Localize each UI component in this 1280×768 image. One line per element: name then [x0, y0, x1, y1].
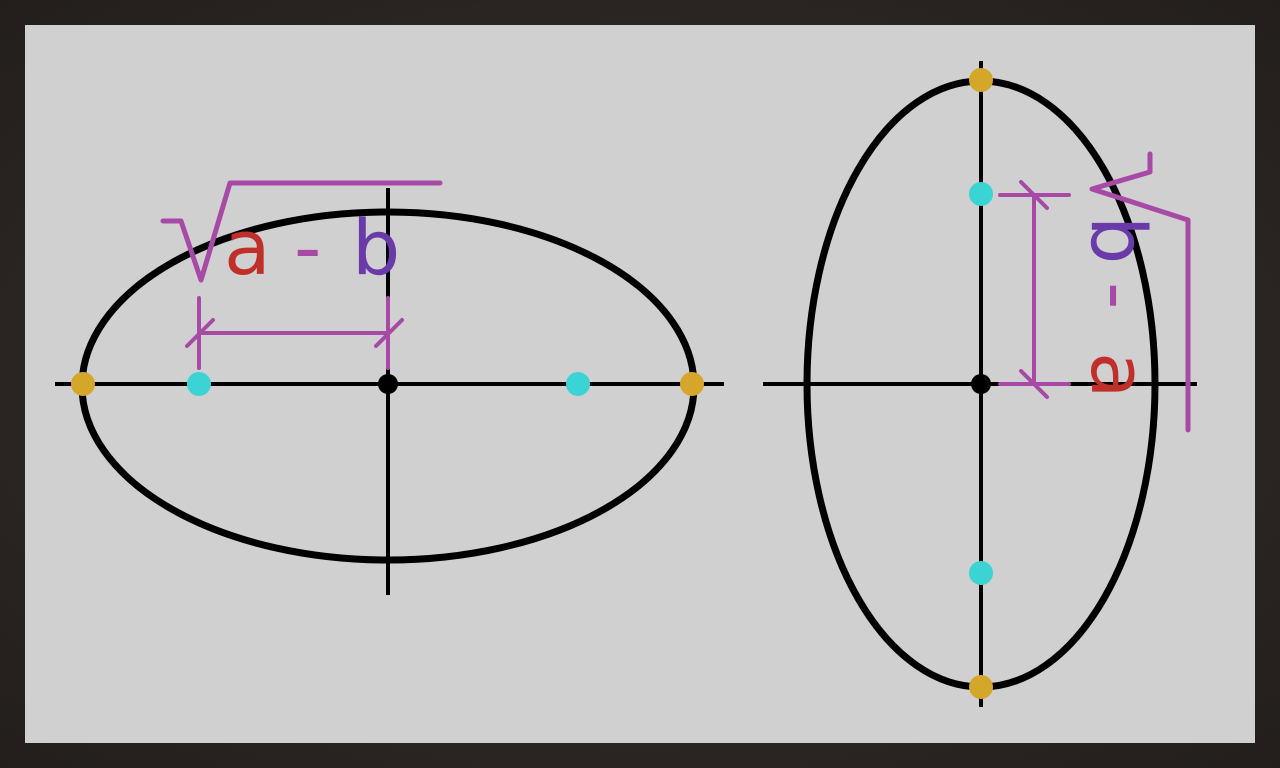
center-point-left [378, 374, 398, 394]
horizontal-ellipse-diagram: a - b [55, 180, 724, 595]
term-b-left: b [352, 203, 400, 292]
focus-point-top [969, 182, 993, 206]
vertex-point-top [969, 68, 993, 92]
vertex-point-left [71, 372, 95, 396]
vertical-ellipse-diagram: a - b [763, 61, 1197, 707]
focal-distance-bracket-left [185, 296, 404, 370]
vertex-point-right [680, 372, 704, 396]
term-a-right: a [1074, 352, 1163, 399]
minus-sign-left: - [294, 203, 321, 292]
focal-distance-bracket-right [998, 180, 1071, 399]
ellipse-diagrams: a - b a - b [55, 61, 1197, 707]
vertex-point-bottom [969, 675, 993, 699]
term-b-right: b [1074, 216, 1163, 264]
focus-point-left [187, 372, 211, 396]
focus-point-bottom [969, 561, 993, 585]
term-a-left: a [224, 203, 271, 292]
minus-sign-right: - [1074, 282, 1163, 309]
focus-point-right [566, 372, 590, 396]
center-point-right [971, 374, 991, 394]
